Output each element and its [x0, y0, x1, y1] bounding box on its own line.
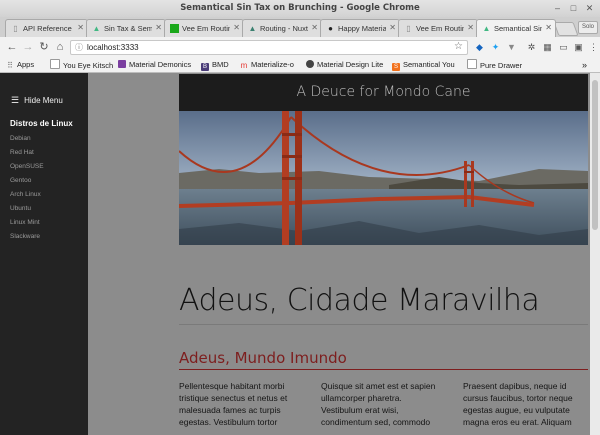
- tab-label: Vee Em Routing: [182, 24, 230, 33]
- apps-grid-icon: ⠿: [7, 61, 13, 70]
- green-square-icon: [170, 24, 179, 33]
- vue-icon: ▲: [92, 24, 101, 33]
- bookmark-label: Semantical You: [403, 60, 455, 69]
- page-icon: [50, 59, 60, 69]
- page-heading: Adeus, Cidade Maravilha: [179, 283, 540, 318]
- close-tab-icon[interactable]: ✕: [467, 23, 474, 32]
- tab-label: Routing - Nuxt: [260, 24, 308, 33]
- window-title-bar: Semantical Sin Tax on Brunching - Google…: [0, 0, 600, 17]
- bmd-icon: B: [201, 63, 209, 71]
- extension-gear-icon[interactable]: ✲: [525, 40, 538, 54]
- cast-icon[interactable]: ▭: [557, 40, 570, 54]
- section-heading: Adeus, Mundo Imundo: [179, 349, 347, 367]
- bookmark-pure-drawer[interactable]: Pure Drawer: [467, 59, 522, 71]
- close-tab-icon[interactable]: ✕: [311, 23, 318, 32]
- hide-menu-button[interactable]: ☰ Hide Menu: [11, 95, 63, 106]
- text-column-2: Quisque sit amet est et sapien ullamcorp…: [321, 381, 436, 427]
- home-icon[interactable]: ⌂: [53, 40, 67, 54]
- more-bookmarks-icon[interactable]: »: [582, 59, 587, 71]
- info-icon: ⓘ: [75, 43, 83, 52]
- material-icon: [118, 60, 126, 68]
- tab-label: Sin Tax & Semantics: [104, 24, 152, 33]
- close-tab-icon[interactable]: ✕: [389, 23, 396, 32]
- bookmark-semantical-you[interactable]: S Semantical You: [392, 59, 455, 71]
- bookmark-label: BMD: [212, 60, 229, 69]
- tab-happy-material[interactable]: ● Happy Material ✕: [320, 19, 400, 37]
- reload-icon[interactable]: ↻: [37, 40, 51, 54]
- sidebar-heading: Distros de Linux: [10, 119, 73, 128]
- sidebar-item-arch-linux[interactable]: Arch Linux: [10, 191, 41, 198]
- screenshot-icon[interactable]: ▣: [572, 40, 585, 54]
- tab-api-reference[interactable]: ▯ API Reference ✕: [5, 19, 88, 37]
- profile-button[interactable]: Solo: [578, 21, 598, 34]
- tab-label: API Reference: [23, 24, 72, 33]
- extension-icon[interactable]: ▼: [505, 40, 518, 54]
- forward-arrow-icon[interactable]: →: [21, 40, 35, 54]
- bookmark-label: You Eye Kitsch: [63, 61, 114, 70]
- address-bar[interactable]: ⓘ localhost:3333 ☆: [70, 40, 468, 55]
- bookmark-label: Material Demonics: [129, 60, 192, 69]
- close-tab-icon[interactable]: ✕: [233, 23, 240, 32]
- page-icon: ▯: [406, 24, 411, 33]
- sidebar-item-debian[interactable]: Debian: [10, 135, 31, 142]
- menu-kebab-icon[interactable]: ⋮: [587, 40, 600, 54]
- tab-vee-em-routing[interactable]: Vee Em Routing ✕: [164, 19, 244, 37]
- tab-label: Vee Em Routing: [416, 24, 464, 33]
- bookmark-label: Material Design Lite: [317, 60, 384, 69]
- maximize-icon[interactable]: □: [568, 3, 579, 14]
- hero-bridge-image: [179, 111, 588, 245]
- page-icon: [467, 59, 477, 69]
- scrollbar-thumb[interactable]: [592, 80, 598, 230]
- sidebar-item-red-hat[interactable]: Red Hat: [10, 149, 34, 156]
- tab-sin-tax[interactable]: ▲ Sin Tax & Semantics ✕: [86, 19, 166, 37]
- hide-menu-label: Hide Menu: [24, 96, 63, 105]
- section-divider: [179, 369, 588, 370]
- materialize-icon: m: [240, 61, 248, 70]
- minimize-icon[interactable]: ‒: [552, 3, 563, 14]
- bookmark-bmd[interactable]: B BMD: [201, 59, 229, 71]
- close-tab-icon[interactable]: ✕: [77, 23, 84, 32]
- text-column-3: Praesent dapibus, neque id cursus faucib…: [463, 381, 573, 427]
- tab-vee-em-routing-2[interactable]: ▯ Vee Em Routing ✕: [398, 19, 478, 37]
- back-arrow-icon[interactable]: ←: [5, 40, 19, 54]
- sidebar-item-slackware[interactable]: Slackware: [10, 233, 40, 240]
- bookmark-label: Materialize-o: [251, 60, 294, 69]
- sidebar-item-gentoo[interactable]: Gentoo: [10, 177, 31, 184]
- mdl-icon: [306, 60, 314, 68]
- bookmark-star-icon[interactable]: ☆: [454, 40, 463, 53]
- github-icon: ●: [328, 24, 333, 33]
- bookmark-apps[interactable]: ⠿ Apps: [6, 59, 34, 71]
- hamburger-icon: ☰: [11, 95, 20, 105]
- sidebar-item-opensuse[interactable]: OpenSUSE: [10, 163, 44, 170]
- url-text: localhost:3333: [87, 43, 139, 52]
- heading-divider: [179, 324, 588, 325]
- nuxt-icon: ▲: [248, 24, 257, 33]
- page-icon: ▯: [13, 24, 18, 33]
- profile-label: Solo: [581, 24, 594, 30]
- window-title: Semantical Sin Tax on Brunching - Google…: [180, 3, 420, 13]
- close-window-icon[interactable]: ✕: [584, 3, 595, 14]
- close-tab-icon[interactable]: ✕: [545, 23, 552, 32]
- bookmark-label: Apps: [17, 60, 35, 69]
- tab-label: Semantical Sin Tax: [494, 24, 542, 33]
- tab-label: Happy Material: [338, 24, 386, 33]
- text-column-1: Pellentesque habitant morbi tristique se…: [179, 381, 288, 427]
- vue-devtools-icon[interactable]: ◆: [473, 40, 486, 54]
- bookmark-material-demonics[interactable]: Material Demonics: [118, 59, 191, 71]
- hero-title: A Deuce for Mondo Cane: [296, 84, 471, 100]
- bookmark-label: Pure Drawer: [480, 61, 523, 70]
- sidebar-item-linux-mint[interactable]: Linux Mint: [10, 219, 40, 226]
- semantic-icon: S: [392, 63, 400, 71]
- vue-icon: ▲: [482, 24, 491, 33]
- bookmark-material-design-lite[interactable]: Material Design Lite: [306, 59, 383, 71]
- bookmark-you-eye-kitsch[interactable]: You Eye Kitsch: [50, 59, 113, 71]
- tab-semantical-active[interactable]: ▲ Semantical Sin Tax ✕: [476, 19, 556, 37]
- close-tab-icon[interactable]: ✕: [155, 23, 162, 32]
- tab-routing-nuxt[interactable]: ▲ Routing - Nuxt ✕: [242, 19, 322, 37]
- sidebar-item-ubuntu[interactable]: Ubuntu: [10, 205, 31, 212]
- twitter-icon[interactable]: ✦: [489, 40, 502, 54]
- extension-grid-icon[interactable]: ▦: [541, 40, 554, 54]
- bookmark-materialize[interactable]: m Materialize-o: [240, 59, 294, 71]
